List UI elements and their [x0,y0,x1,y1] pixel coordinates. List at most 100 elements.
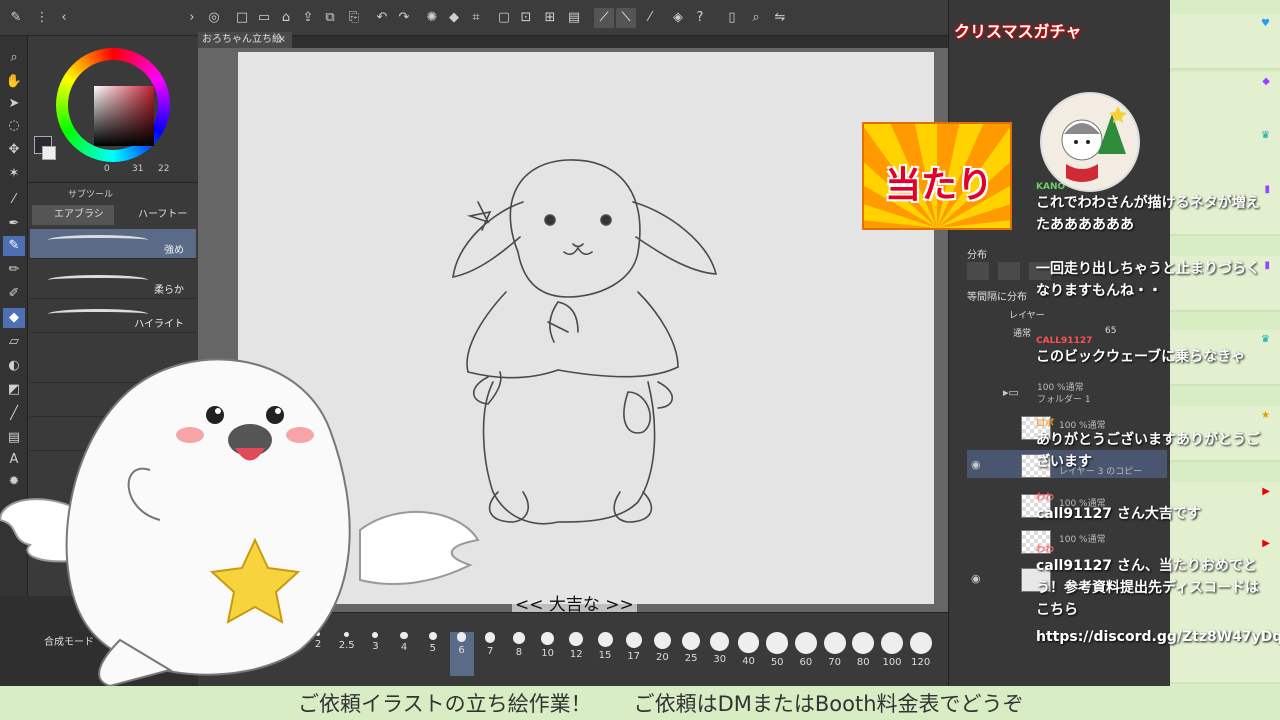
brush-size-option[interactable]: 30 [708,632,732,676]
strip-row: ♥ [1170,14,1280,70]
chat-text: call91127 さん大吉です [1036,506,1201,522]
zoom-tool-icon[interactable]: ⌕ [3,48,25,68]
brush-size-label: 25 [684,653,698,665]
brush-size-option[interactable]: 50 [765,632,789,676]
select-icon[interactable]: ⊡ [516,8,536,28]
stream-screen: ✎ ⋮ ‹ › ◎ □ ▭ ⌂ ⇪ ⧉ ⎘ ↶ ↷ ✺ ◆ ⌗ ▢ ⊡ ⊞ ▤ … [0,0,1280,720]
eye-icon[interactable]: ◉ [971,572,981,585]
airbrush-tool-icon[interactable]: ✎ [3,236,25,256]
brush-size-option[interactable]: 100 [880,632,904,676]
brush-size-dot [852,632,875,654]
brush-stroke-preview [48,235,148,245]
brush-item[interactable]: 柔らか [30,269,196,299]
operation-tool-icon[interactable]: ➤ [3,94,25,114]
save-icon[interactable]: ⌂ [276,8,296,28]
wand-tool-icon[interactable]: ✶ [3,164,25,184]
brush-size-dot [484,632,496,643]
transform-icon[interactable]: ▢ [494,8,514,28]
character-art [1061,106,1127,182]
chat-text: このビックウェーブに乗らなきゃ [1036,349,1246,365]
align-icon[interactable] [998,262,1021,280]
crop-icon[interactable]: ⌗ [466,8,486,28]
lasso-tool-icon[interactable]: ◌ [3,116,25,136]
eye-icon[interactable]: ◉ [971,458,981,471]
fill-icon[interactable]: ◆ [444,8,464,28]
brush-size-label: 30 [713,654,727,666]
brush-item[interactable]: 強め [30,229,196,259]
paste-icon[interactable]: ⎘ [344,8,364,28]
move-tool-icon[interactable]: ✥ [3,140,25,160]
decoration-tool-icon[interactable]: ◆ [3,308,25,328]
chat-username: ロボ [1036,419,1055,429]
color-wheel[interactable] [56,48,170,162]
sub-color-swatch[interactable] [42,146,56,160]
stabilizer-icon[interactable]: ⟋ [594,8,614,28]
device-icon[interactable]: ▯ [722,8,742,28]
brush-size-option[interactable]: 60 [794,632,818,676]
grid-icon[interactable]: ⊞ [540,8,560,28]
canvas-tab[interactable]: おろちゃん立ち絵 × [198,32,292,48]
brush-stroke-preview [48,309,148,319]
chevron-right-icon[interactable]: › [182,8,202,28]
tab-halftone[interactable]: ハーフトーン [116,205,196,240]
brush-size-dot [625,632,642,649]
ruler-icon[interactable]: ▤ [564,8,584,28]
christmas-character-image [1040,92,1140,192]
open-folder-icon[interactable]: ▭ [254,8,274,28]
saturation-square[interactable] [94,86,154,146]
brush-size-label: 15 [598,650,612,661]
brush-size-dot [823,632,846,654]
menu-dots-icon[interactable]: ⋮ [32,8,52,28]
brush-item[interactable]: ハイライト [30,303,196,333]
eyedropper-tool-icon[interactable]: ⁄ [3,190,25,210]
brush-size-option[interactable]: 7 [478,632,502,676]
brush-size-dot [681,632,701,651]
close-icon[interactable]: × [278,32,286,48]
badge-icon: ◆ [1262,76,1270,87]
brush-size-option[interactable]: 12 [564,632,588,676]
brush-size-label: 40 [742,655,755,667]
brush-size-label: 70 [828,657,841,668]
brush-stroke-preview [48,275,148,285]
tab-airbrush[interactable]: エアブラシ [32,205,114,225]
brush-size-option[interactable]: 15 [593,632,617,676]
copy-icon[interactable]: ⧉ [320,8,340,28]
brush-tool-icon[interactable]: ✐ [3,284,25,304]
brush-size-option[interactable]: 80 [851,632,875,676]
chat-message: https://discord.gg/Ztz8W47yDq [1036,626,1280,648]
brush-size-option[interactable]: 25 [679,632,703,676]
brush-icon[interactable]: ✎ [6,8,26,28]
brush-size-option[interactable]: 20 [650,632,674,676]
undo-icon[interactable]: ↶ [372,8,392,28]
color-value-1: 0 [104,164,110,174]
vector-icon[interactable]: ⟍ [616,8,636,28]
redo-icon[interactable]: ↷ [394,8,414,28]
material-icon[interactable]: ◈ [668,8,688,28]
settings-icon[interactable]: ✺ [422,8,442,28]
brush-size-option[interactable]: 70 [823,632,847,676]
flip-icon[interactable]: ⇋ [770,8,790,28]
export-icon[interactable]: ⇪ [298,8,318,28]
chat-text: これでわわさんが描けるネタが増えたああああああ [1036,195,1260,233]
brush-size-dot [541,632,554,645]
brush-size-option[interactable]: 40 [737,632,761,676]
app-logo-icon[interactable]: ◎ [204,8,224,28]
chat-message: 一回走り出しちゃうと止まりづらくなりますもんね・・ [1036,258,1266,302]
zoom-icon[interactable]: ⌕ [746,8,766,28]
chat-text: call91127 さん、当たりおめでとう！参考資料提出先ディスコードはこちら [1036,558,1260,618]
hand-tool-icon[interactable]: ✋ [3,72,25,92]
brush-size-option[interactable]: 10 [536,632,560,676]
help-icon[interactable]: ? [690,8,710,28]
pencil-tool-icon[interactable]: ✏ [3,260,25,280]
brush-size-dot [738,632,759,653]
brush-size-option[interactable]: 8 [507,632,531,676]
pen-tool-icon[interactable]: ✒ [3,214,25,234]
pen-pressure-icon[interactable]: ⁄ [640,8,660,28]
new-file-icon[interactable]: □ [232,8,252,28]
brush-size-option[interactable]: 120 [909,632,933,676]
chevron-left-icon[interactable]: ‹ [54,8,74,28]
brush-size-option[interactable]: 17 [622,632,646,676]
brush-size-dot [597,632,613,647]
ticker-text: ご依頼イラストの立ち絵作業！ ご依頼はDMまたはBooth料金表でどうぞ [298,692,1024,716]
align-icon[interactable] [967,262,989,280]
